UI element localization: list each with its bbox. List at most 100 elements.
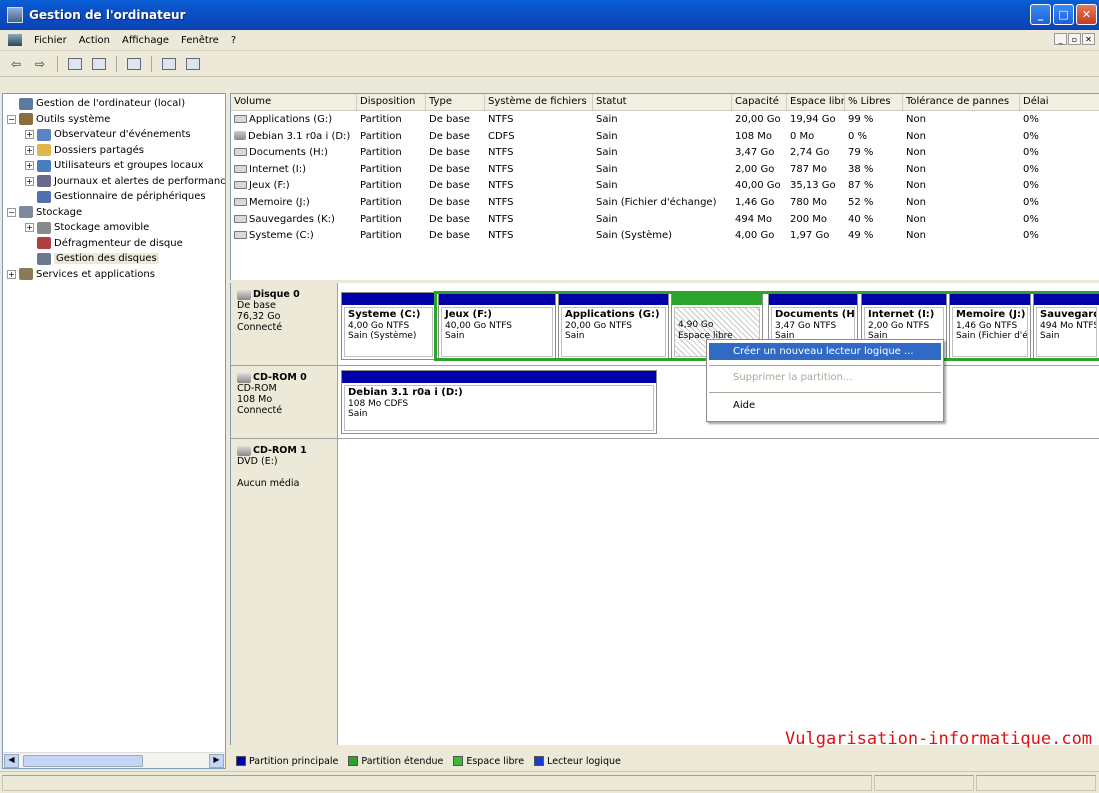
table-row[interactable]: Internet (I:) Partition De base NTFS Sain 2,0… <box>231 162 1099 178</box>
table-cell: Sain <box>593 112 732 128</box>
disk-row[interactable]: Disque 0 De base 76,32 Go Connecté Syste… <box>231 283 1099 366</box>
column-header[interactable]: Volume <box>231 94 357 111</box>
tree-node-icon <box>37 190 51 203</box>
cell-text: NTFS <box>488 163 514 175</box>
legend-label: Partition principale <box>249 755 339 767</box>
column-header[interactable]: Statut <box>593 94 732 111</box>
table-row[interactable]: Memoire (J:) Partition De base NTFS Sain (Fi… <box>231 195 1099 211</box>
table-cell: Memoire (J:) <box>231 195 357 211</box>
expand-icon[interactable]: + <box>25 145 34 155</box>
table-row[interactable]: Documents (H:) Partition De base NTFS Sain 3,… <box>231 145 1099 161</box>
help-item[interactable]: Aide <box>709 397 941 414</box>
show-tree-icon[interactable] <box>89 55 109 73</box>
disk-size: 108 Mo <box>237 394 273 405</box>
mdi-close-button[interactable]: ✕ <box>1082 33 1095 45</box>
expand-icon[interactable]: + <box>25 176 34 186</box>
menu-fenetre[interactable]: Fenêtre <box>175 35 225 46</box>
cell-text: Sain <box>596 213 618 225</box>
collapse-icon[interactable]: − <box>7 114 16 124</box>
table-row[interactable]: Systeme (C:) Partition De base NTFS Sain (Sy… <box>231 228 1099 244</box>
column-header[interactable]: Espace libre <box>787 94 845 111</box>
menu-help[interactable]: ? <box>225 35 242 46</box>
column-header[interactable]: % Libres <box>845 94 903 111</box>
tree-node-icon <box>37 159 51 172</box>
partition-block[interactable]: Systeme (C:) 4,00 Go NTFS Sain (Système) <box>341 292 436 360</box>
expand-icon[interactable]: + <box>25 223 34 232</box>
column-header[interactable]: Délai <box>1020 94 1099 111</box>
tree-horizontal-scrollbar[interactable]: ◀ ▶ <box>3 752 225 768</box>
delete-partition-item[interactable]: Supprimer la partition... <box>709 369 941 386</box>
expand-icon[interactable]: + <box>7 269 16 279</box>
tree-item[interactable]: + Journaux et alertes de performance <box>25 174 225 189</box>
table-row[interactable]: Debian 3.1 r0a i (D:) Partition De base CDF… <box>231 129 1099 145</box>
tree-item[interactable]: + Dossiers partagés <box>25 143 144 158</box>
table-cell: NTFS <box>485 228 593 244</box>
tree-item[interactable]: Défragmenteur de disque <box>25 236 183 251</box>
disk-info[interactable]: CD-ROM 0 CD-ROM 108 Mo Connecté <box>231 366 338 438</box>
partition-debian[interactable]: Debian 3.1 r0a i (D:) 108 Mo CDFS Sain <box>341 370 657 434</box>
cell-text: NTFS <box>488 197 514 208</box>
menu-action[interactable]: Action <box>73 35 116 46</box>
up-level-icon[interactable] <box>65 55 85 73</box>
partition-size: 108 Mo CDFS <box>348 398 409 409</box>
minimize-button[interactable]: _ <box>1030 4 1051 25</box>
tree-node-icon <box>37 175 51 187</box>
menu-fichier[interactable]: Fichier <box>28 35 73 46</box>
table-row[interactable]: Jeux (F:) Partition De base NTFS Sain 40,00 G… <box>231 178 1099 194</box>
column-header[interactable]: Capacité <box>732 94 787 111</box>
table-cell: Non <box>903 228 1020 244</box>
tree-item-label: Gestion des disques <box>54 253 159 264</box>
table-cell: Non <box>903 145 1020 161</box>
disk-info[interactable]: Disque 0 De base 76,32 Go Connecté <box>231 283 338 365</box>
tree-item[interactable]: Gestion des disques <box>25 251 159 266</box>
properties-icon[interactable] <box>124 55 144 73</box>
maximize-button[interactable]: □ <box>1053 4 1074 25</box>
expand-icon[interactable]: + <box>25 161 34 170</box>
cell-text: 52 % <box>848 197 874 208</box>
mdi-minimize-button[interactable]: _ <box>1054 33 1067 45</box>
drive-icon <box>234 214 247 223</box>
mdi-restore-button[interactable]: ▫ <box>1068 33 1081 45</box>
tree-item[interactable]: Gestion de l'ordinateur (local) <box>7 96 185 111</box>
tree-item[interactable]: − Outils système <box>7 112 110 127</box>
tree-item[interactable]: + Utilisateurs et groupes locaux <box>25 158 203 173</box>
cell-text: 79 % <box>848 147 874 159</box>
table-cell: 1,97 Go <box>787 228 845 244</box>
table-cell: NTFS <box>485 162 593 178</box>
tree-item[interactable]: − Stockage <box>7 205 82 220</box>
table-row[interactable]: Applications (G:) Partition De base NTFS Sai… <box>231 112 1099 128</box>
collapse-icon[interactable]: − <box>7 207 16 217</box>
column-header[interactable]: Système de fichiers <box>485 94 593 111</box>
tree-node-icon <box>19 268 33 280</box>
scroll-right-icon[interactable]: ▶ <box>209 754 224 768</box>
column-header[interactable]: Disposition <box>357 94 426 111</box>
legend-item: Partition étendue <box>348 756 443 767</box>
disk-row[interactable]: CD-ROM 0 CD-ROM 108 Mo Connecté Debian 3… <box>231 366 1099 439</box>
tree-item[interactable]: + Services et applications <box>7 267 155 282</box>
scroll-thumb[interactable] <box>23 755 143 767</box>
disk-row[interactable]: CD-ROM 1 DVD (E:) Aucun média <box>231 439 1099 745</box>
tree-item[interactable]: + Stockage amovible <box>25 220 149 235</box>
disk-info[interactable]: CD-ROM 1 DVD (E:) Aucun média <box>231 439 338 745</box>
column-header[interactable]: Type <box>426 94 485 111</box>
forward-icon[interactable]: ⇨ <box>30 55 50 73</box>
table-cell: De base <box>426 178 485 194</box>
tree-item[interactable]: + Observateur d'événements <box>25 127 191 142</box>
export-icon[interactable] <box>183 55 203 73</box>
cell-text: 494 Mo <box>735 213 773 225</box>
help-icon[interactable] <box>159 55 179 73</box>
status-segment <box>2 775 872 791</box>
column-header[interactable]: Tolérance de pannes <box>903 94 1020 111</box>
legend-item: Espace libre <box>453 756 524 767</box>
table-row[interactable]: Sauvegardes (K:) Partition De base NTFS Sain… <box>231 212 1099 228</box>
legend: Partition principale Partition étendue Esp… <box>230 753 1099 769</box>
scroll-left-icon[interactable]: ◀ <box>4 754 19 768</box>
create-logical-drive-item[interactable]: Créer un nouveau lecteur logique ... <box>709 343 941 360</box>
menu-affichage[interactable]: Affichage <box>116 35 175 46</box>
expand-icon[interactable]: + <box>25 130 34 139</box>
close-button[interactable]: ✕ <box>1076 4 1097 25</box>
partition-status: Sain (Système) <box>348 331 417 341</box>
back-icon[interactable]: ⇦ <box>6 55 26 73</box>
cell-text: Sain <box>596 163 618 175</box>
tree-item[interactable]: Gestionnaire de périphériques <box>25 189 206 204</box>
